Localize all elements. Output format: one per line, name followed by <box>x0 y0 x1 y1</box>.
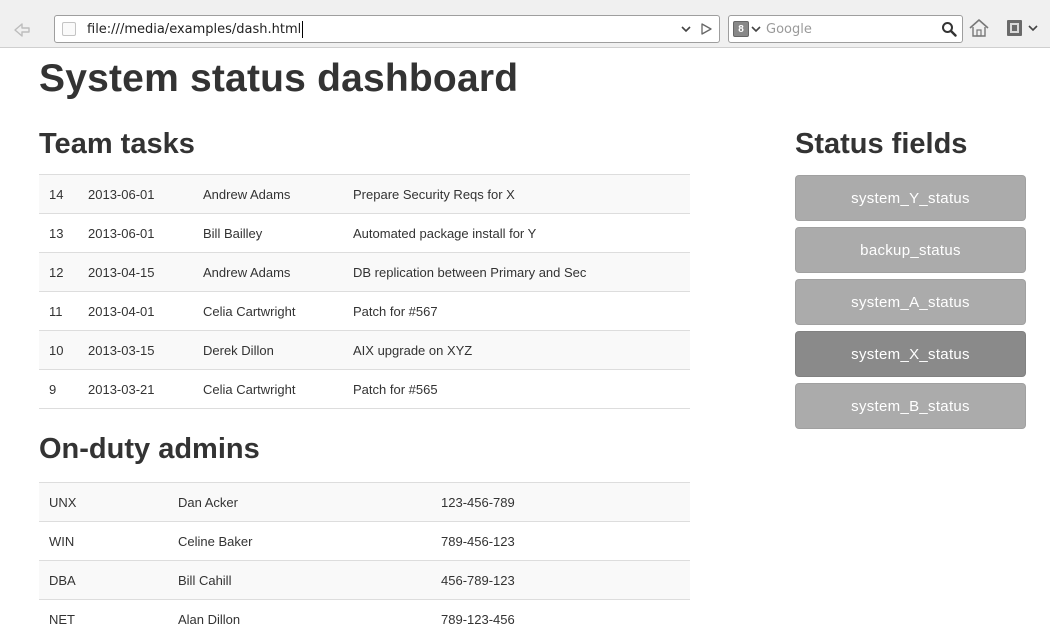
status-fields-list: system_Y_status backup_status system_A_s… <box>795 175 1026 435</box>
admin-team: NET <box>39 599 168 639</box>
page-title: System status dashboard <box>39 57 519 100</box>
status-field-system-x[interactable]: system_X_status <box>795 331 1026 377</box>
text-caret <box>302 20 304 38</box>
status-fields-heading: Status fields <box>795 128 968 160</box>
task-description: DB replication between Primary and Sec <box>343 252 690 292</box>
table-row: 14 2013-06-01 Andrew Adams Prepare Secur… <box>39 174 690 214</box>
table-row: 13 2013-06-01 Bill Bailley Automated pac… <box>39 213 690 253</box>
task-owner: Andrew Adams <box>193 174 343 214</box>
home-button[interactable] <box>968 17 990 39</box>
admin-name: Bill Cahill <box>168 560 431 600</box>
chevron-down-icon <box>1028 25 1038 32</box>
task-id: 12 <box>39 252 78 292</box>
search-icon[interactable] <box>941 21 957 37</box>
admin-name: Dan Acker <box>168 482 431 522</box>
status-field-system-y[interactable]: system_Y_status <box>795 175 1026 221</box>
on-duty-admins-heading: On-duty admins <box>39 433 260 465</box>
task-date: 2013-04-01 <box>78 291 193 331</box>
table-row: DBA Bill Cahill 456-789-123 <box>39 560 690 600</box>
task-id: 11 <box>39 291 78 331</box>
task-date: 2013-06-01 <box>78 213 193 253</box>
task-id: 9 <box>39 369 78 409</box>
admin-team: WIN <box>39 521 168 561</box>
admin-name: Celine Baker <box>168 521 431 561</box>
task-owner: Andrew Adams <box>193 252 343 292</box>
task-date: 2013-04-15 <box>78 252 193 292</box>
search-engine-icon[interactable]: 8 <box>733 21 749 37</box>
admin-name: Alan Dillon <box>168 599 431 639</box>
status-field-system-a[interactable]: system_A_status <box>795 279 1026 325</box>
task-description: AIX upgrade on XYZ <box>343 330 690 370</box>
task-id: 14 <box>39 174 78 214</box>
task-owner: Celia Cartwright <box>193 369 343 409</box>
admin-team: DBA <box>39 560 168 600</box>
task-description: Patch for #567 <box>343 291 690 331</box>
task-owner: Celia Cartwright <box>193 291 343 331</box>
back-button[interactable] <box>12 20 32 40</box>
bookmarks-icon <box>1007 20 1022 36</box>
home-icon <box>969 19 989 37</box>
url-bar[interactable]: file:///media/examples/dash.html <box>54 15 720 43</box>
task-date: 2013-06-01 <box>78 174 193 214</box>
table-row: WIN Celine Baker 789-456-123 <box>39 521 690 561</box>
chevron-down-icon <box>681 26 691 33</box>
url-dropdown-button[interactable] <box>679 22 693 36</box>
task-description: Patch for #565 <box>343 369 690 409</box>
task-description: Automated package install for Y <box>343 213 690 253</box>
task-id: 13 <box>39 213 78 253</box>
task-description: Prepare Security Reqs for X <box>343 174 690 214</box>
back-arrow-icon <box>14 23 30 37</box>
task-owner: Bill Bailley <box>193 213 343 253</box>
table-row: NET Alan Dillon 789-123-456 <box>39 599 690 639</box>
admin-team: UNX <box>39 482 168 522</box>
task-owner: Derek Dillon <box>193 330 343 370</box>
admin-phone: 123-456-789 <box>431 482 690 522</box>
on-duty-admins-table: UNX Dan Acker 123-456-789 WIN Celine Bak… <box>39 482 690 639</box>
team-tasks-heading: Team tasks <box>39 128 195 160</box>
table-row: 10 2013-03-15 Derek Dillon AIX upgrade o… <box>39 330 690 370</box>
page-icon <box>62 22 76 36</box>
team-tasks-table: 14 2013-06-01 Andrew Adams Prepare Secur… <box>39 174 690 409</box>
page-content: System status dashboard Team tasks 14 20… <box>0 49 1050 639</box>
table-row: 12 2013-04-15 Andrew Adams DB replicatio… <box>39 252 690 292</box>
table-row: 9 2013-03-21 Celia Cartwright Patch for … <box>39 369 690 409</box>
table-row: 11 2013-04-01 Celia Cartwright Patch for… <box>39 291 690 331</box>
chevron-down-icon[interactable] <box>751 24 761 34</box>
task-date: 2013-03-21 <box>78 369 193 409</box>
task-id: 10 <box>39 330 78 370</box>
go-button[interactable] <box>699 22 713 36</box>
admin-phone: 789-123-456 <box>431 599 690 639</box>
search-input[interactable] <box>766 21 916 37</box>
admin-phone: 456-789-123 <box>431 560 690 600</box>
task-date: 2013-03-15 <box>78 330 193 370</box>
go-arrow-icon <box>701 23 712 35</box>
status-field-backup[interactable]: backup_status <box>795 227 1026 273</box>
url-text[interactable]: file:///media/examples/dash.html <box>87 22 301 37</box>
browser-toolbar: file:///media/examples/dash.html 8 <box>0 0 1050 48</box>
table-row: UNX Dan Acker 123-456-789 <box>39 482 690 522</box>
bookmarks-button[interactable] <box>1005 17 1045 39</box>
admin-phone: 789-456-123 <box>431 521 690 561</box>
search-bar[interactable]: 8 <box>728 15 963 43</box>
status-field-system-b[interactable]: system_B_status <box>795 383 1026 429</box>
